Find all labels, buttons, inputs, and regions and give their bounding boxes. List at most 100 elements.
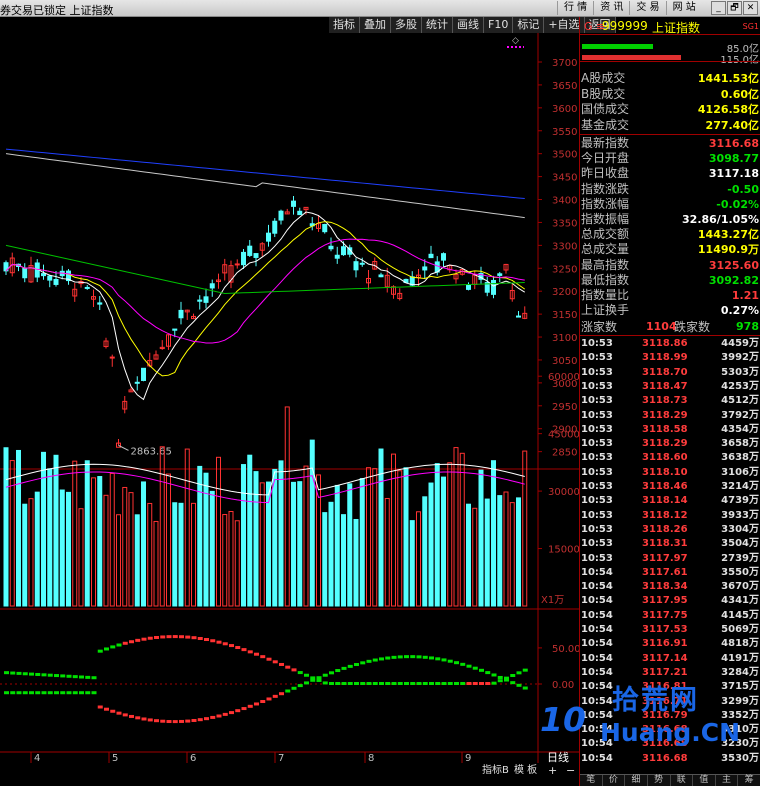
window-title: 券交易已锁定 上证指数 [0, 4, 114, 17]
stat-label: 指数涨幅 [581, 196, 630, 211]
volume-bar [166, 473, 171, 607]
menu-quotes[interactable]: 行 情 [557, 1, 593, 15]
top-menu: 行 情 资 讯 交 易 网 站 [557, 1, 702, 15]
volume-tick-label: 60000 [548, 372, 579, 383]
volume-bar [316, 474, 321, 607]
indicator-button[interactable]: 指标 [329, 17, 360, 33]
tick-volume: 5069万 [721, 624, 759, 635]
price-tick-label: 3500 [552, 150, 577, 161]
volume-bar [216, 456, 221, 607]
indicator-upper-bar [29, 672, 34, 676]
candle-body [134, 381, 140, 384]
indicator-lower-bar [260, 700, 266, 704]
panel-tab[interactable]: 值 [693, 775, 716, 786]
menu-website[interactable]: 网 站 [665, 1, 702, 15]
menu-trade[interactable]: 交 易 [629, 1, 665, 15]
price-tick-label: 3450 [552, 173, 577, 184]
indicator-upper-bar [110, 645, 116, 649]
indicator-lower-bar [110, 709, 116, 713]
indicator-upper-bar [141, 637, 147, 641]
tick-price: 3118.70 [642, 366, 688, 378]
indicator-upper-bar [229, 644, 234, 648]
volume-bar [91, 477, 96, 607]
template-tab: 模 板 [514, 763, 537, 776]
volume-bar [409, 520, 415, 607]
indicator-upper-bar [191, 636, 197, 640]
indicator-lower-bar [522, 686, 528, 690]
panel-tab[interactable]: 联 [671, 775, 694, 786]
panel-tab[interactable]: 主 [716, 775, 739, 786]
indicator-lower-bar [510, 681, 516, 685]
volume-bar [384, 497, 390, 607]
restore-button[interactable]: 🗗 [727, 1, 742, 15]
statistics-button[interactable]: 统计 [422, 17, 453, 33]
price-tick-label: 3250 [552, 264, 577, 275]
stat-label: 最高指数 [581, 257, 630, 272]
indicator-upper-bar [216, 640, 222, 644]
volume-bar [128, 492, 134, 607]
volume-bar [228, 510, 234, 607]
candle-body [47, 275, 53, 281]
close-button[interactable]: ✕ [743, 1, 758, 15]
volume-bar [153, 520, 159, 607]
indicator-lower-bar [491, 673, 497, 677]
indicator-upper-bar [441, 682, 447, 685]
tick-row: 10:53 3118.70 5303万 [580, 366, 760, 380]
overlay-button[interactable]: 叠加 [360, 17, 391, 33]
stat-value: 3116.68 [708, 137, 759, 150]
panel-tab[interactable]: 价 [603, 775, 626, 786]
kline-chart[interactable]: 3700 3650 3600 3550 3500 3450 3400 3350 3300 3250… [0, 33, 579, 786]
tick-time: 10:53 [581, 409, 613, 421]
indicator-lower-bar [335, 669, 341, 673]
price-tick-label: 3600 [552, 104, 577, 115]
multi-stock-button[interactable]: 多股 [391, 17, 422, 33]
menu-news[interactable]: 资 讯 [593, 1, 629, 15]
candle-body [297, 210, 303, 216]
tick-time: 10:54 [581, 595, 613, 607]
tick-time: 10:53 [581, 380, 613, 392]
indicator-lower-bar [460, 662, 466, 666]
tick-time: 10:53 [581, 352, 613, 364]
candle-body [328, 245, 334, 250]
date-label: 8 [368, 753, 374, 764]
stat-row: 最新指数 3116.68 [580, 136, 760, 151]
index-name: 上证指数 [652, 21, 701, 35]
candle-body [172, 328, 178, 331]
stat-row: 最低指数 3092.82 [580, 273, 760, 288]
panel-tab[interactable]: 细 [625, 775, 648, 786]
turnover-row: A股成交 1441.53亿 [580, 71, 760, 86]
volume-bar [66, 491, 71, 607]
panel-tab[interactable]: 势 [648, 775, 671, 786]
draw-line-button[interactable]: 画线 [453, 17, 484, 33]
indicator-upper-bar [91, 676, 97, 680]
indicator-upper-bar [79, 675, 84, 679]
indicator-lower-bar [116, 711, 122, 715]
turnover-label: 国债成交 [581, 102, 630, 116]
volume-bar [253, 471, 259, 607]
volume-bar [434, 463, 440, 607]
indicator-lower-bar [360, 661, 366, 665]
stat-row: 昨日收盘 3117.18 [580, 166, 760, 181]
candle-body [359, 262, 365, 265]
panel-tab[interactable]: 笔 [580, 775, 603, 786]
tick-row: 10:53 3118.73 4512万 [580, 394, 760, 408]
indicator-upper-bar [379, 682, 384, 685]
price-tick-label: 3300 [552, 241, 577, 252]
panel-tab[interactable]: 筹 [738, 775, 760, 786]
f10-button[interactable]: F10 [484, 17, 514, 33]
stat-row: 总成交量 11490.9万 [580, 242, 760, 257]
ratio-bar-row: 85.0亿 [580, 41, 760, 55]
decline-label: 跌家数 [674, 320, 711, 334]
tick-time: 10:54 [581, 638, 613, 650]
turnover-value: 1441.53亿 [697, 72, 759, 85]
indicator-upper-bar [354, 682, 359, 685]
indicator-lower-bar [35, 691, 41, 695]
indicator-lower-bar [304, 681, 309, 685]
stat-row: 指数量比 1.21 [580, 288, 760, 303]
mark-button[interactable]: 标记 [513, 17, 545, 33]
indicator-upper-bar [285, 665, 291, 669]
minimize-button[interactable]: _ [711, 1, 726, 15]
date-label: 4 [34, 753, 40, 764]
indicator-lower-bar [172, 720, 178, 724]
turnover-value: 4126.58亿 [697, 103, 759, 116]
